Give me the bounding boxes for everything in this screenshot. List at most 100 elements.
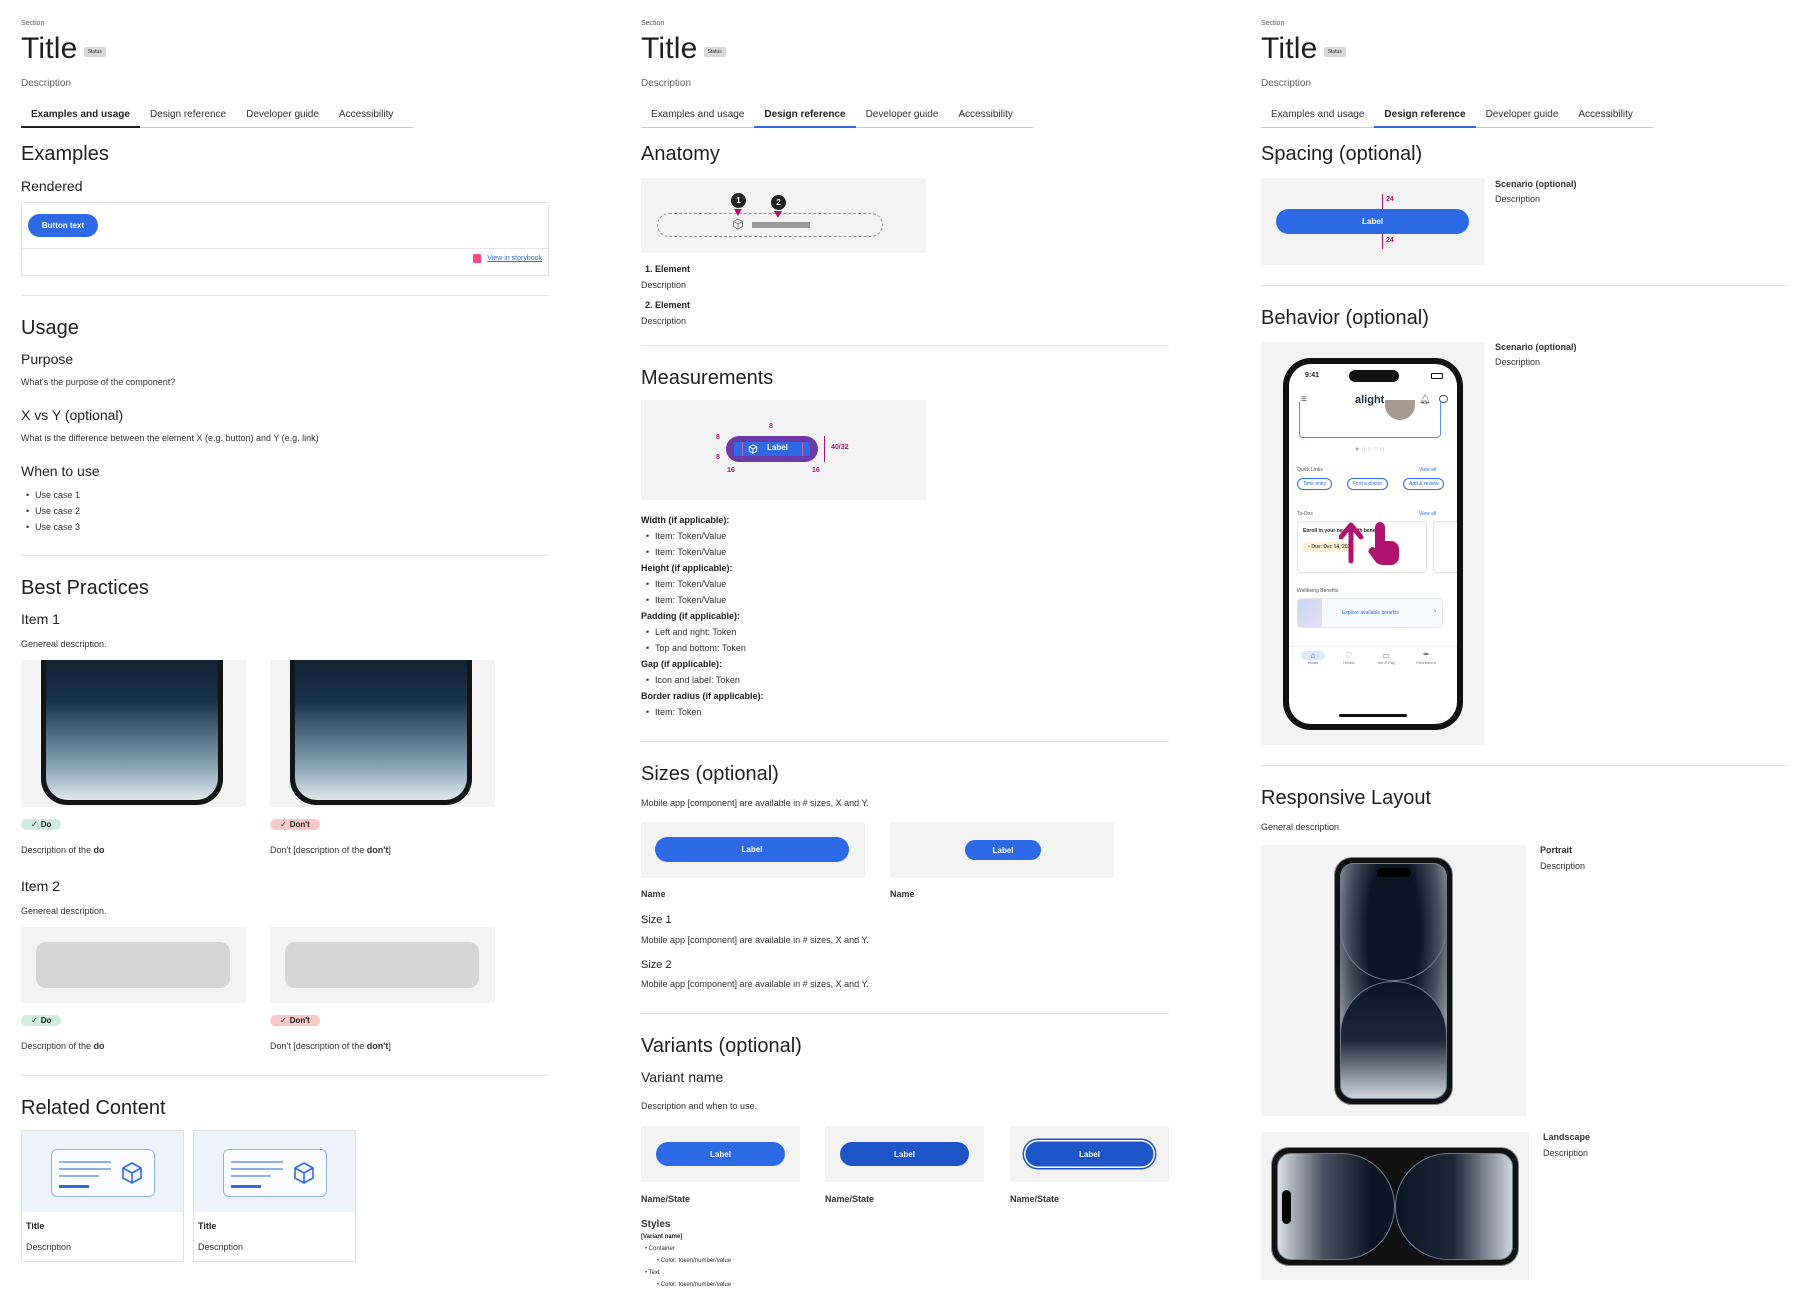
explore-link[interactable]: Explore available benefits [1342,610,1399,616]
todo-card-next [1433,521,1457,573]
scenario-title: Scenario (optional) [1495,179,1577,189]
size-name: Name [641,889,666,899]
item2-description: Genereal description. [21,906,107,916]
tab-examples-and-usage[interactable]: Examples and usage [641,105,754,127]
purpose-heading: Purpose [21,351,74,367]
do-badge: ✓ Do [21,819,62,830]
home-icon: ⌂ [1301,651,1325,660]
responsive-layout-heading: Responsive Layout [1261,787,1432,809]
dont-description: Don't [description of the don't] [270,845,391,855]
tab-accessibility[interactable]: Accessibility [948,105,1022,127]
size-name: Name [890,889,915,899]
example-button[interactable]: Button text [28,214,98,237]
dont-badge: ✓ Don't [270,1015,320,1026]
size1-description: Mobile app [component] are available in … [641,935,869,945]
tab-design-reference[interactable]: Design reference [140,105,236,127]
variant-default-button[interactable]: Label [656,1142,785,1166]
tab-developer-guide[interactable]: Developer guide [856,105,949,127]
variant-state-name: Name/State [1010,1194,1060,1204]
spacing-button[interactable]: Label [1276,209,1469,234]
status-badge: Status [703,47,726,57]
anatomy-item-description: Description [641,280,687,290]
page-title: Title [641,32,698,65]
check-icon: ✓ [280,820,287,829]
list-item: Use case 2 [21,503,80,519]
view-all-link[interactable]: View all [1419,511,1436,517]
tab-examples-and-usage[interactable]: Examples and usage [21,105,140,128]
chip-time-entry[interactable]: Time entry [1297,478,1333,490]
size-preview-large: Label [641,822,865,878]
hero-card [1299,402,1441,438]
tab-accessibility[interactable]: Accessibility [329,105,403,127]
do-badge: ✓ Do [21,1015,62,1026]
variant-state-name: Name/State [825,1194,875,1204]
cube-icon [733,218,743,230]
dynamic-island [1377,868,1411,877]
styles-list: • Container • Color: token/number/value … [645,1246,732,1288]
nav-health[interactable]: ♡ Health [1337,651,1361,665]
item1-description: Genereal description. [21,639,107,649]
list-item: Use case 1 [21,487,80,503]
nav-retirement[interactable]: ☂ Retirement [1411,651,1441,665]
landscape-phone [1271,1147,1519,1266]
dont-image-1 [270,660,495,807]
view-all-link[interactable]: View all [1419,467,1436,473]
tab-developer-guide[interactable]: Developer guide [236,105,329,127]
storybook-icon [473,254,482,263]
do-image-1 [21,660,246,807]
related-card[interactable]: Title Description [21,1130,184,1262]
size2-heading: Size 2 [641,959,672,971]
page-description: Description [21,78,72,89]
spec-list: Width (if applicable): Item: Token/Value… [641,512,941,720]
spec-group: Padding (if applicable): Left and right:… [641,608,941,656]
cube-icon [294,1162,314,1184]
measurements-diagram: Label 8 8 8 16 16 40/32 [641,400,926,500]
size1-heading: Size 1 [641,914,672,926]
size-large-button[interactable]: Label [655,837,849,862]
landscape-preview [1261,1132,1529,1280]
dont-description: Don't [description of the don't] [270,1041,391,1051]
variant-state-name: Name/State [641,1194,691,1204]
variant-focus-button[interactable]: Label [1024,1140,1155,1168]
wellbeing-label: Wellbeing Benefits [1297,588,1339,594]
check-icon: ✓ [280,1016,287,1025]
list-item: Use case 3 [21,519,80,535]
chip-find-doctor[interactable]: Find a doctor [1347,478,1389,490]
variant-hover-button[interactable]: Label [840,1142,969,1166]
size-small-button[interactable]: Label [965,840,1041,860]
umbrella-icon: ☂ [1422,651,1430,660]
tab-developer-guide[interactable]: Developer guide [1476,105,1569,127]
measure-right-16: 16 [812,467,820,474]
spacing-bottom-value: 24 [1386,237,1394,244]
measure-left-bottom: 8 [716,454,720,461]
item1-heading: Item 1 [21,611,60,627]
variants-heading: Variants (optional) [641,1035,802,1057]
variant-preview-focus: Label [1010,1126,1169,1182]
tab-examples-and-usage[interactable]: Examples and usage [1261,105,1374,127]
related-card[interactable]: Title Description [193,1130,356,1262]
nav-home[interactable]: ⌂ Home [1301,651,1325,665]
tab-design-reference[interactable]: Design reference [1374,105,1476,128]
section-label: Section [641,20,665,27]
wellbeing-card[interactable]: Explore available benefits › [1297,598,1443,628]
storybook-link[interactable]: View in storybook [487,255,542,262]
storybook-link-row[interactable]: View in storybook [473,254,542,263]
title-row: Title Status [21,32,106,66]
card-title: Title [198,1221,217,1231]
swipe-up-gesture-icon [1339,522,1399,565]
tab-design-reference[interactable]: Design reference [754,105,856,128]
section-label: Section [21,20,45,27]
measurements-heading: Measurements [641,367,774,389]
tab-accessibility[interactable]: Accessibility [1568,105,1642,127]
purpose-text: What's the purpose of the component? [21,377,176,387]
anatomy-item-label: 2. Element [645,300,691,310]
scenario-title: Scenario (optional) [1495,342,1577,352]
sizes-description: Mobile app [component] are available in … [641,798,869,808]
chevron-right-icon: › [1434,608,1437,615]
quick-links-label: Quick Links [1297,467,1323,473]
rendered-heading: Rendered [21,178,83,194]
chip-add-review[interactable]: Add & review [1403,478,1445,490]
nav-job-pay[interactable]: ▭ Job & Pay [1373,651,1399,665]
dynamic-island [1282,1190,1291,1224]
carousel-dots: ●○○○○ [1355,446,1387,453]
